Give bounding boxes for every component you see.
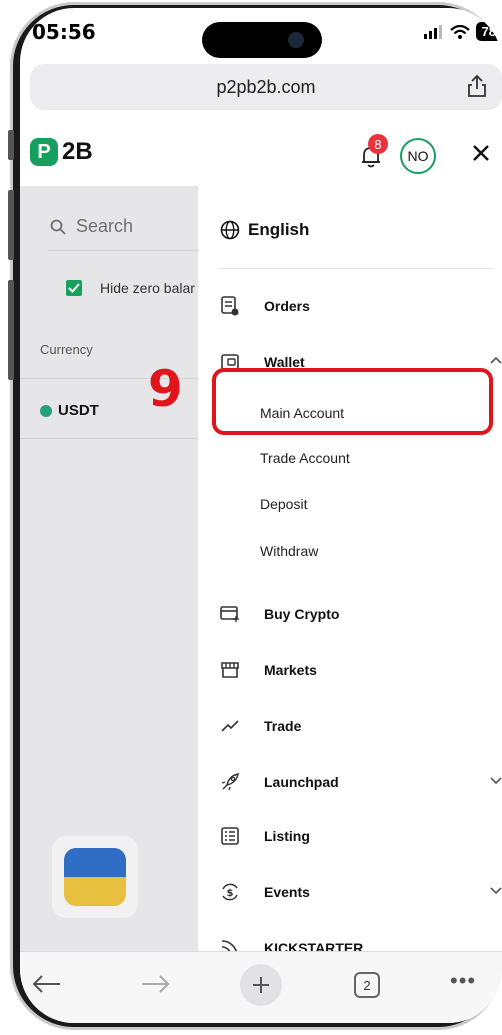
language-selector[interactable]: English <box>220 220 309 240</box>
dollar-refresh-icon: $ <box>220 882 240 902</box>
table-divider <box>20 438 198 439</box>
search-underline <box>48 250 198 251</box>
tabs-button[interactable]: 2 <box>354 972 380 998</box>
address-bar[interactable]: p2pb2b.com <box>30 64 502 110</box>
background-wallet-page: Search Hide zero balar Currency USDT <box>20 186 198 951</box>
wifi-icon <box>449 24 470 39</box>
menu-item-events[interactable]: $ Events <box>220 882 502 902</box>
signal-icon <box>423 24 442 39</box>
share-icon[interactable] <box>466 74 488 98</box>
phone-screen: 05:56 78 p2pb2b.com P 2B 8 NO Search Hid… <box>20 8 502 1023</box>
camera-icon <box>288 32 304 48</box>
avatar[interactable]: NO <box>400 138 436 174</box>
svg-text:$: $ <box>227 888 234 899</box>
rocket-icon <box>220 772 240 792</box>
p2b-logo[interactable]: P 2B <box>30 138 93 166</box>
currency-header: Currency <box>40 342 93 357</box>
menu-item-launchpad[interactable]: Launchpad <box>220 772 502 792</box>
submenu-withdraw[interactable]: Withdraw <box>260 543 318 559</box>
phone-volume-up <box>8 190 14 260</box>
dynamic-island <box>202 22 322 58</box>
phone-volume-down <box>8 280 14 380</box>
search-placeholder: Search <box>76 216 134 236</box>
new-tab-button[interactable] <box>240 964 282 1006</box>
step-number: 9 <box>148 360 183 418</box>
menu-item-listing[interactable]: Listing <box>220 826 310 846</box>
menu-item-label: Events <box>264 884 310 900</box>
list-icon <box>220 826 240 846</box>
flag-blue <box>64 848 126 877</box>
logo-badge: P <box>30 138 58 166</box>
menu-item-label: Markets <box>264 662 317 678</box>
tether-icon <box>40 404 52 417</box>
status-time: 05:56 <box>32 20 96 44</box>
status-icons: 78 <box>423 22 502 41</box>
ukraine-flag-icon <box>52 836 138 918</box>
menu-item-trade[interactable]: Trade <box>220 716 301 736</box>
menu-divider <box>220 268 492 269</box>
chevron-down-icon[interactable] <box>490 777 502 785</box>
globe-icon <box>220 220 240 240</box>
checkbox-checked-icon <box>66 280 82 296</box>
hide-zero-checkbox: Hide zero balar <box>66 280 195 296</box>
chevron-up-icon[interactable] <box>490 356 502 364</box>
store-icon <box>220 660 240 680</box>
highlight-main-account <box>212 368 493 435</box>
app-header: P 2B 8 NO <box>20 124 502 186</box>
menu-item-orders[interactable]: Orders <box>220 296 310 316</box>
currency-row-usdt: USDT <box>40 402 99 419</box>
more-icon[interactable]: ••• <box>450 968 476 994</box>
orders-icon <box>220 296 240 316</box>
menu-item-label: KICKSTARTER <box>264 940 364 951</box>
trend-icon <box>220 716 240 736</box>
plus-icon <box>253 977 269 993</box>
back-arrow-icon[interactable] <box>32 974 62 994</box>
search-icon <box>50 219 66 235</box>
card-icon <box>220 604 240 624</box>
flag-image <box>64 848 126 906</box>
menu-item-kickstarter[interactable]: KICKSTARTER <box>220 938 363 951</box>
chevron-down-icon[interactable] <box>490 887 502 895</box>
menu-item-label: Trade <box>264 718 302 734</box>
battery-level: 78 <box>475 22 502 41</box>
submenu-deposit[interactable]: Deposit <box>260 496 307 512</box>
menu-item-label: Listing <box>264 828 310 844</box>
menu-item-label: Orders <box>264 298 310 314</box>
rss-icon <box>220 938 240 951</box>
menu-item-label: Buy Crypto <box>264 606 340 622</box>
hide-zero-label: Hide zero balar <box>100 280 195 296</box>
browser-toolbar: 2 ••• <box>20 951 502 1023</box>
language-label: English <box>248 220 310 239</box>
currency-row-label: USDT <box>58 402 99 419</box>
forward-arrow-icon[interactable] <box>140 974 170 994</box>
url-text: p2pb2b.com <box>216 76 316 97</box>
close-icon[interactable] <box>472 144 490 162</box>
menu-item-markets[interactable]: Markets <box>220 660 317 680</box>
background-search: Search <box>50 216 133 237</box>
phone-side-button <box>8 130 14 160</box>
menu-item-buy-crypto[interactable]: Buy Crypto <box>220 604 339 624</box>
logo-text: 2B <box>62 138 93 165</box>
flag-yellow <box>64 877 126 906</box>
notification-badge: 8 <box>368 134 388 154</box>
navigation-drawer: English Orders Wallet Main Account Trade… <box>198 186 502 951</box>
menu-item-label: Launchpad <box>264 774 339 790</box>
submenu-trade-account[interactable]: Trade Account <box>260 450 350 466</box>
